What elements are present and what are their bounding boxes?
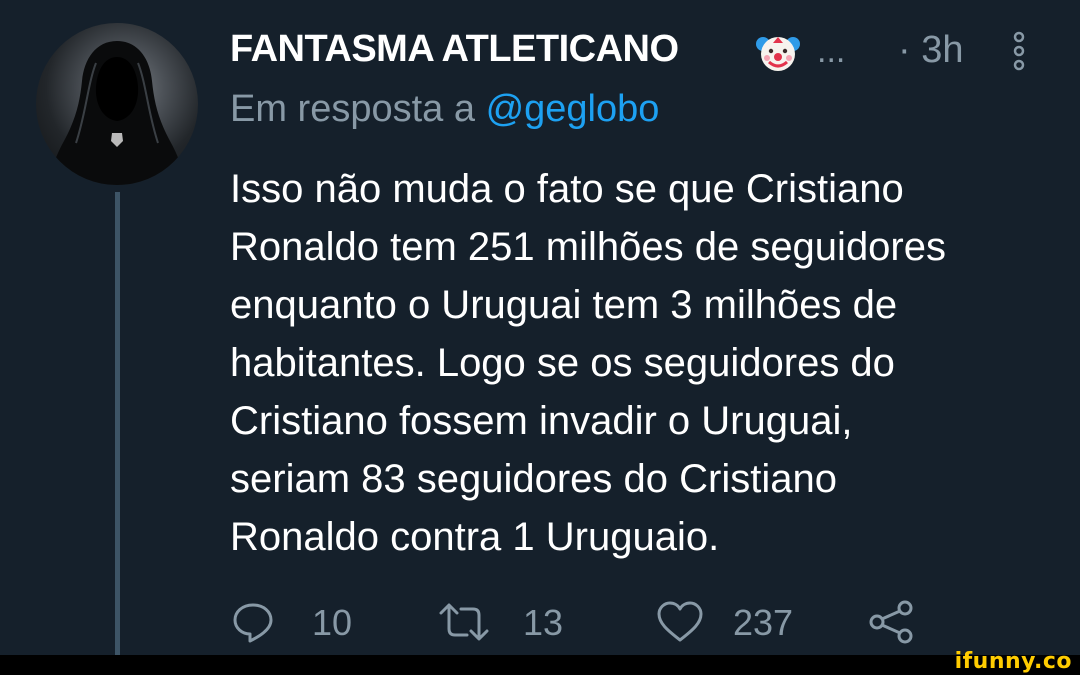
tweet-text-line: Cristiano fossem invadir o Uruguai, [230, 399, 853, 443]
tweet-text-line: enquanto o Uruguai tem 3 milhões de [230, 283, 898, 327]
reply-button[interactable]: 10 [230, 596, 360, 648]
clown-face-icon [756, 37, 800, 71]
share-button[interactable] [867, 596, 917, 648]
tweet-header: FANTASMA ATLETICANO ... · 3h [230, 24, 1030, 74]
retweet-icon [439, 603, 489, 641]
timestamp[interactable]: · 3h [898, 29, 963, 72]
reply-count: 10 [312, 602, 353, 643]
tweet-text-line: Ronaldo tem 251 milhões de seguidores [230, 225, 946, 269]
tweet-text: Isso não muda o fato se que Cristiano Ro… [230, 160, 1060, 566]
tweet-text-line: Ronaldo contra 1 Uruguaio. [230, 515, 720, 559]
reply-prefix: Em resposta a [230, 88, 475, 130]
tweet-text-line: habitantes. Logo se os seguidores do [230, 341, 895, 385]
name-truncation: ... [817, 32, 846, 70]
retweet-count: 13 [523, 602, 564, 643]
retweet-button[interactable]: 13 [437, 596, 577, 648]
ifunny-watermark: ifunny.co [954, 649, 1072, 674]
like-count: 237 [733, 602, 794, 643]
more-options-icon[interactable] [1012, 28, 1026, 74]
tweet-actions: 10 13 237 [230, 596, 930, 648]
tweet[interactable]: FANTASMA ATLETICANO ... · 3h Em resposta… [0, 0, 1080, 655]
reply-context: Em resposta a @geglobo [230, 88, 659, 131]
tweet-text-line: seriam 83 seguidores do Cristiano [230, 457, 837, 501]
tweet-text-line: Isso não muda o fato se que Cristiano [230, 167, 904, 211]
thread-connector-line [115, 192, 120, 655]
reply-handle-link[interactable]: @geglobo [486, 88, 660, 130]
share-icon [869, 600, 913, 644]
heart-icon [657, 601, 703, 642]
hooded-figure-image [46, 41, 188, 185]
like-button[interactable]: 237 [655, 596, 805, 648]
avatar[interactable] [36, 23, 198, 185]
author-name[interactable]: FANTASMA ATLETICANO [230, 28, 679, 71]
reply-icon [233, 603, 273, 643]
footer-bar: ifunny.co [0, 649, 1080, 675]
